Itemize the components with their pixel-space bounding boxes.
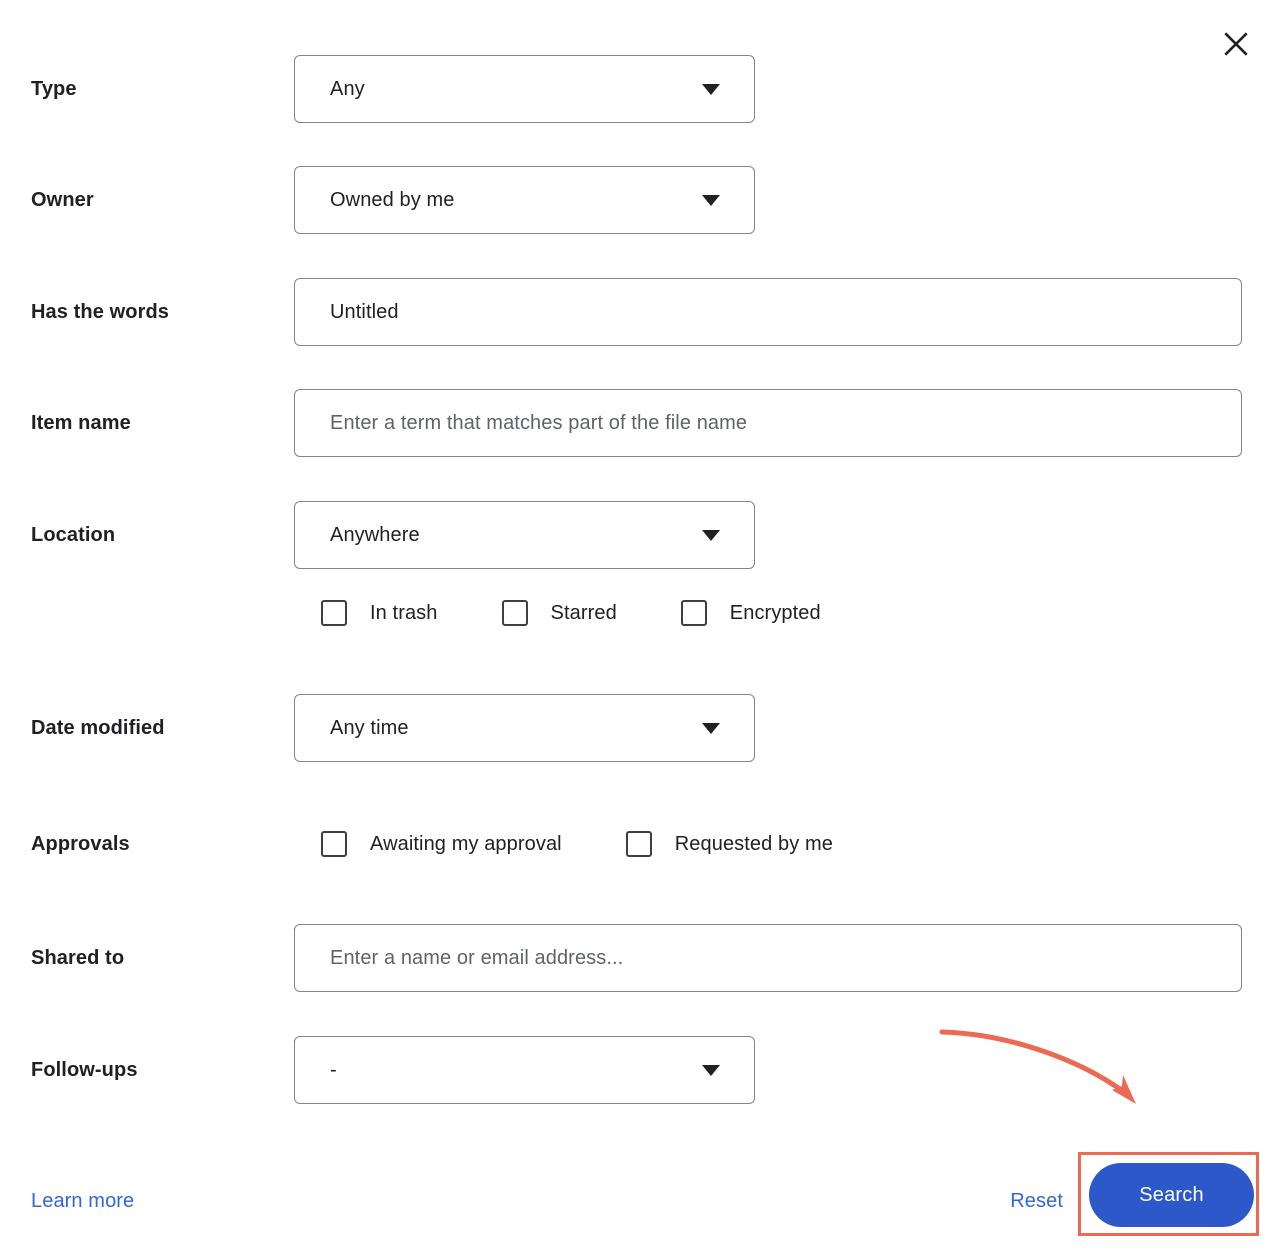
learn-more-link[interactable]: Learn more xyxy=(31,1190,134,1213)
chevron-down-icon xyxy=(702,722,720,734)
item-name-placeholder: Enter a term that matches part of the fi… xyxy=(330,411,748,434)
date-modified-select[interactable]: Any time xyxy=(294,694,755,762)
checkbox-icon[interactable] xyxy=(625,831,652,857)
checkbox-awaiting-my-approval[interactable]: Awaiting my approval xyxy=(321,831,562,857)
checkbox-requested-by-me-label: Requested by me xyxy=(674,832,833,855)
row-shared-to: Shared to Enter a name or email address.… xyxy=(0,924,1280,992)
checkbox-starred[interactable]: Starred xyxy=(501,600,617,626)
checkbox-in-trash-label: In trash xyxy=(370,601,438,624)
checkbox-icon[interactable] xyxy=(501,600,528,626)
chevron-down-icon xyxy=(702,194,720,206)
date-modified-select-value: Any time xyxy=(330,716,409,739)
approvals-checkbox-group: Awaiting my approval Requested by me xyxy=(321,831,833,857)
location-select[interactable]: Anywhere xyxy=(294,501,755,569)
chevron-down-icon xyxy=(702,529,720,541)
follow-ups-select[interactable]: - xyxy=(294,1036,755,1104)
label-location: Location xyxy=(31,523,116,546)
checkbox-in-trash[interactable]: In trash xyxy=(321,600,438,626)
label-approvals: Approvals xyxy=(31,832,130,855)
label-date-modified: Date modified xyxy=(31,716,165,739)
row-location: Location Anywhere xyxy=(0,501,1280,569)
owner-select-value: Owned by me xyxy=(330,188,455,211)
checkbox-icon[interactable] xyxy=(680,600,707,626)
label-item-name: Item name xyxy=(31,411,131,434)
type-select[interactable]: Any xyxy=(294,55,755,123)
owner-select[interactable]: Owned by me xyxy=(294,166,755,234)
search-button[interactable]: Search xyxy=(1089,1163,1254,1227)
row-owner: Owner Owned by me xyxy=(0,166,1280,234)
label-type: Type xyxy=(31,77,77,100)
reset-button[interactable]: Reset xyxy=(1010,1190,1063,1213)
has-the-words-value: Untitled xyxy=(330,300,399,323)
label-has-the-words: Has the words xyxy=(31,300,169,323)
search-options-dialog: Type Any Owner Owned by me Has the words… xyxy=(0,0,1280,1254)
label-follow-ups: Follow-ups xyxy=(31,1058,138,1081)
checkbox-requested-by-me[interactable]: Requested by me xyxy=(625,831,833,857)
chevron-down-icon xyxy=(702,1064,720,1076)
checkbox-encrypted[interactable]: Encrypted xyxy=(680,600,821,626)
shared-to-placeholder: Enter a name or email address... xyxy=(330,946,624,969)
checkbox-starred-label: Starred xyxy=(550,601,617,624)
dialog-footer: Learn more Reset xyxy=(0,1160,1280,1254)
row-item-name: Item name Enter a term that matches part… xyxy=(0,389,1280,457)
checkbox-encrypted-label: Encrypted xyxy=(729,601,821,624)
location-checkbox-group: In trash Starred Encrypted xyxy=(321,600,821,626)
shared-to-field[interactable]: Enter a name or email address... xyxy=(294,924,1242,992)
type-select-value: Any xyxy=(330,77,365,100)
checkbox-icon[interactable] xyxy=(321,831,347,857)
chevron-down-icon xyxy=(702,83,720,95)
has-the-words-field[interactable]: Untitled xyxy=(294,278,1242,346)
item-name-field[interactable]: Enter a term that matches part of the fi… xyxy=(294,389,1242,457)
label-owner: Owner xyxy=(31,188,94,211)
checkbox-icon[interactable] xyxy=(321,600,347,626)
location-select-value: Anywhere xyxy=(330,523,420,546)
row-has-the-words: Has the words Untitled xyxy=(0,278,1280,346)
label-shared-to: Shared to xyxy=(31,946,125,969)
row-type: Type Any xyxy=(0,55,1280,123)
follow-ups-select-value: - xyxy=(330,1058,337,1081)
row-follow-ups: Follow-ups - xyxy=(0,1036,1280,1104)
row-date-modified: Date modified Any time xyxy=(0,694,1280,762)
close-icon xyxy=(1223,31,1249,57)
checkbox-awaiting-my-approval-label: Awaiting my approval xyxy=(370,832,562,855)
